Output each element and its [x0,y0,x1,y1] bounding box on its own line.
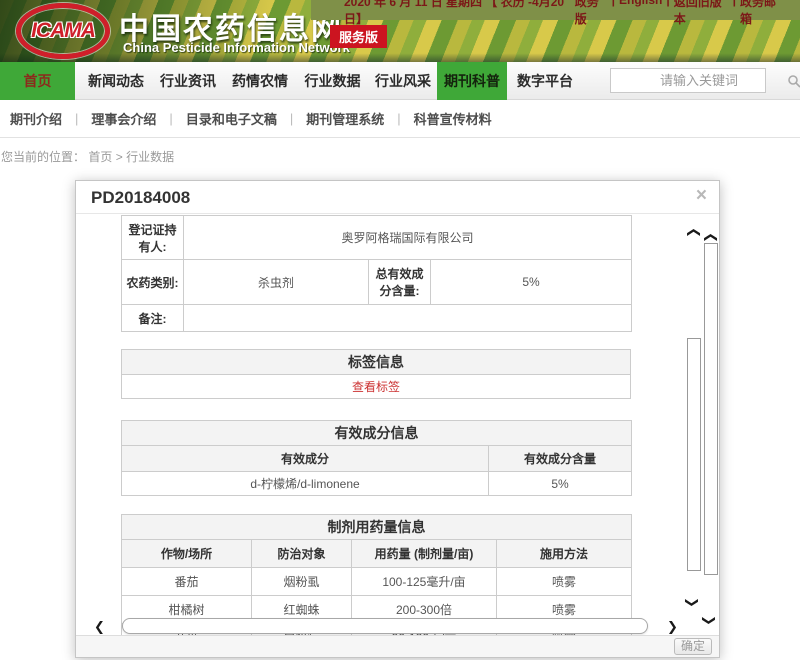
registration-info-table: 登记证持有人: 奥罗阿格瑞国际有限公司 农药类别: 杀虫剂 总有效成分含量: 5… [121,215,632,332]
link-gov-version[interactable]: 政务版 [575,0,608,27]
nav-item-digital-platform[interactable]: 数字平台 [510,62,580,100]
subnav-council-intro[interactable]: 理事会介绍 [91,109,156,128]
section-title-row: 有效成分信息 [122,421,632,446]
chevron-up-icon[interactable]: ❯ [686,227,699,238]
breadcrumb-separator: > [116,150,123,164]
table-header-row: 作物/场所 防治对象 用药量 (制剂量/亩) 施用方法 [122,540,632,568]
service-version-badge[interactable]: 服务版 [330,25,387,48]
link-separator: | [666,0,669,27]
breadcrumb-prefix: 您当前的位置： [1,150,85,164]
nav-item-industry-style[interactable]: 行业风采 [369,62,437,100]
total-content-value: 5% [431,260,632,305]
registration-number-title: PD20184008 [91,188,190,208]
table-row: 番茄 烟粉虱 100-125毫升/亩 喷雾 [122,568,632,596]
link-gov-mailbox[interactable]: 政务邮箱 [740,0,784,27]
dosage-col-header: 用药量 (制剂量/亩) [352,540,497,568]
label-info-table: 标签信息 查看标签 [121,349,631,399]
dosage-cell: 100-125毫升/亩 [352,568,497,596]
ingredient-name: d-柠檬烯/d-limonene [122,472,489,496]
date-text: 2020 年 6 月 11 日 星期四 【 农历 -4月20日】 [344,0,575,27]
table-row: d-柠檬烯/d-limonene 5% [122,472,632,496]
method-col-header: 施用方法 [497,540,632,568]
table-header-row: 有效成分 有效成分含量 [122,446,632,472]
nav-item-news[interactable]: 新闻动态 [80,62,152,100]
nav-item-industry-data[interactable]: 行业数据 [296,62,369,100]
subnav-journal-system[interactable]: 期刊管理系统 [306,109,384,128]
table-row: 登记证持有人: 奥罗阿格瑞国际有限公司 [122,216,632,260]
remark-label: 备注: [122,305,184,332]
breadcrumb-current: 行业数据 [126,150,174,164]
modal-header: PD20184008 × [76,181,719,214]
content-col-header: 有效成分含量 [489,446,632,472]
target-cell: 烟粉虱 [252,568,352,596]
search-icon[interactable] [787,69,800,92]
top-strip: 2020 年 6 月 11 日 星期四 【 农历 -4月20日】 政务版 | E… [311,0,800,20]
method-cell: 喷雾 [497,568,632,596]
icama-logo-icon: ICAMA [16,3,110,59]
link-separator: | [733,0,736,27]
label-info-title: 标签信息 [122,350,631,375]
main-nav: 首页 新闻动态 行业资讯 药情农情 行业数据 行业风采 期刊科普 数字平台 [0,62,800,100]
logo-text: ICAMA [31,19,95,43]
holder-value: 奥罗阿格瑞国际有限公司 [184,216,632,260]
close-icon[interactable]: × [696,186,707,205]
outer-vertical-scrollbar-thumb[interactable] [704,243,718,575]
pesticide-detail-modal: PD20184008 × 登记证持有人: 奥罗阿格瑞国际有限公司 农药类别: 杀… [75,180,720,658]
sub-nav: 期刊介绍 | 理事会介绍 | 目录和电子文稿 | 期刊管理系统 | 科普宣传材料 [0,100,800,138]
ingredient-content: 5% [489,472,632,496]
section-title-row: 标签信息 [122,350,631,375]
ingredient-title: 有效成分信息 [122,421,632,446]
chevron-left-icon[interactable]: ❮ [94,620,105,633]
confirm-button[interactable]: 确定 [674,638,712,655]
nav-item-pesticide-agri[interactable]: 药情农情 [224,62,296,100]
subnav-science-materials[interactable]: 科普宣传材料 [414,109,492,128]
chevron-right-icon[interactable]: ❯ [667,620,678,633]
table-row: 备注: [122,305,632,332]
chevron-down-icon[interactable]: ❯ [686,597,699,608]
table-row: 农药类别: 杀虫剂 总有效成分含量: 5% [122,260,632,305]
site-header: ICAMA 中国农药信息网 China Pesticide Informatio… [0,0,800,62]
category-label: 农药类别: [122,260,184,305]
search-box [610,68,766,93]
target-col-header: 防治对象 [252,540,352,568]
top-links: 政务版 | English | 返回旧版本 | 政务邮箱 [575,0,784,27]
breadcrumb: 您当前的位置： 首页 > 行业数据 [1,148,800,165]
subnav-separator: | [397,111,400,126]
link-separator: | [612,0,615,27]
breadcrumb-home[interactable]: 首页 [88,150,112,164]
subnav-catalog-manuscript[interactable]: 目录和电子文稿 [186,109,277,128]
holder-label: 登记证持有人: [122,216,184,260]
ingredient-col-header: 有效成分 [122,446,489,472]
modal-body: 登记证持有人: 奥罗阿格瑞国际有限公司 农药类别: 杀虫剂 总有效成分含量: 5… [76,215,719,637]
modal-footer: 确定 [76,635,719,657]
view-label-link[interactable]: 查看标签 [352,380,400,394]
site-subtitle: China Pesticide Information Network [123,40,350,55]
subnav-journal-intro[interactable]: 期刊介绍 [10,109,62,128]
link-old-version[interactable]: 返回旧版本 [674,0,729,27]
subnav-separator: | [290,111,293,126]
crop-cell: 番茄 [122,568,252,596]
inner-vertical-scrollbar-thumb[interactable] [687,338,701,571]
detail-tables: 登记证持有人: 奥罗阿格瑞国际有限公司 农药类别: 杀虫剂 总有效成分含量: 5… [121,215,631,637]
link-english[interactable]: English [619,0,662,27]
total-content-label: 总有效成分含量: [369,260,431,305]
nav-item-home[interactable]: 首页 [0,62,75,100]
chevron-down-icon[interactable]: ❯ [703,615,716,626]
subnav-separator: | [75,111,78,126]
remark-value [184,305,632,332]
subnav-separator: | [169,111,172,126]
category-value: 杀虫剂 [184,260,369,305]
crop-col-header: 作物/场所 [122,540,252,568]
ingredient-info-table: 有效成分信息 有效成分 有效成分含量 d-柠檬烯/d-limonene 5% [121,420,632,496]
dosage-title: 制剂用药量信息 [122,515,632,540]
nav-item-industry-info[interactable]: 行业资讯 [152,62,224,100]
horizontal-scrollbar-track[interactable] [122,618,648,634]
table-row: 查看标签 [122,375,631,399]
nav-item-journal-science[interactable]: 期刊科普 [437,62,507,100]
chevron-up-icon[interactable]: ❯ [703,232,716,243]
search-input[interactable] [611,70,787,91]
section-title-row: 制剂用药量信息 [122,515,632,540]
